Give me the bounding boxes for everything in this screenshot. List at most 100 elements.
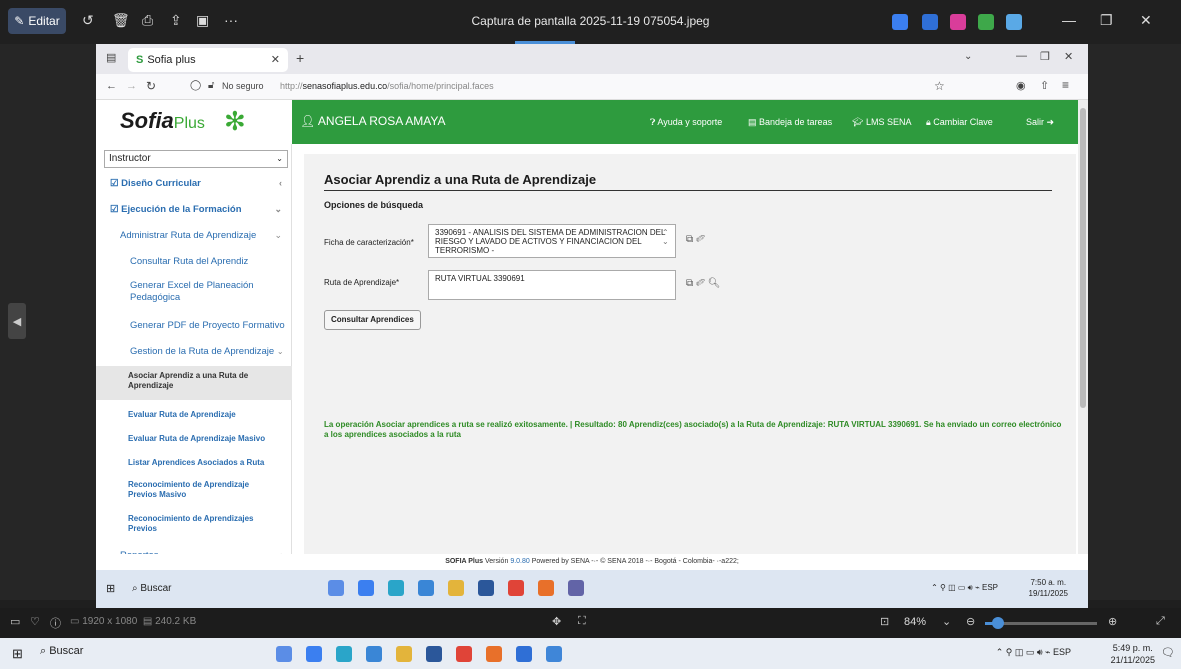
crop-icon[interactable]: ⛶	[578, 615, 586, 628]
taskview-icon[interactable]	[276, 646, 292, 662]
ruta-field[interactable]: RUTA VIRTUAL 3390691	[428, 270, 676, 300]
close-icon[interactable]: ✕	[1140, 12, 1152, 29]
page-scrollbar[interactable]	[1078, 100, 1088, 570]
tasks-link[interactable]: ▤ Bandeja de tareas	[748, 117, 832, 128]
chevron-down-icon: ⌄	[274, 230, 282, 240]
role-select[interactable]: Instructor ⌄	[104, 150, 288, 168]
filmstrip-icon[interactable]: ▭	[10, 615, 20, 628]
browser-close-icon[interactable]: ✕	[1064, 50, 1073, 63]
favorite-icon[interactable]: ♡	[30, 615, 40, 628]
maximize-icon[interactable]: ❐	[1100, 12, 1113, 29]
store-icon[interactable]	[516, 646, 532, 662]
sidebar-item-diseno-curricular[interactable]: ☑ Diseño Curricular ‹	[96, 178, 292, 189]
info-icon[interactable]: ⓘ	[50, 615, 61, 631]
url-field[interactable]: http://senasofiaplus.edu.co/sofia/home/p…	[280, 81, 494, 91]
sidebar-item-asociar-aprendiz[interactable]: Asociar Aprendiz a una Ruta de Aprendiza…	[96, 366, 292, 400]
browser-restore-icon[interactable]: ❐	[1040, 50, 1050, 63]
sidebar-item-reconocimiento[interactable]: Reconocimiento de Aprendizajes Previos	[96, 514, 292, 534]
ficha-field[interactable]: 3390691 - ANALISIS DEL SISTEMA DE ADMINI…	[428, 224, 676, 258]
photos-app-icon[interactable]	[922, 14, 938, 30]
sidebar-item-evaluar-masivo[interactable]: Evaluar Ruta de Aprendizaje Masivo	[96, 434, 292, 443]
reload-icon[interactable]: ↻	[146, 79, 156, 93]
minimize-icon[interactable]: —	[1062, 12, 1076, 28]
chrome-icon[interactable]	[456, 646, 472, 662]
copilot-taskbar-icon[interactable]	[306, 646, 322, 662]
taskbar-search[interactable]: ⌕ Buscar	[40, 645, 83, 658]
chevron-down-icon: ⌄	[276, 347, 284, 356]
zoom-in-icon[interactable]: ⊕	[1108, 615, 1117, 628]
zoom-out-icon[interactable]: ⊖	[966, 615, 975, 628]
url-host: senasofiaplus.edu.co	[302, 81, 388, 91]
viewer-statusbar: ▭ ♡ ⓘ ▭ 1920 x 1080 ▤ 240.2 KB ✥ ⛶ ⊡ 84%…	[0, 608, 1181, 638]
consultar-aprendices-button[interactable]: Consultar Aprendices	[324, 310, 421, 330]
sidebar-item-label: Gestion de la Ruta de Aprendizaje	[130, 346, 275, 357]
browser-tab[interactable]: S Sofia plus ✕	[128, 48, 288, 72]
chevron-down-icon: ⌄	[276, 154, 283, 163]
sidebar-item-consultar-ruta[interactable]: Consultar Ruta del Aprendiz	[96, 256, 292, 267]
user-icon: 👤︎	[300, 114, 318, 128]
sidebar-item-ejecucion[interactable]: ☑ Ejecución de la Formación ⌄	[96, 204, 292, 215]
viewer-title: Captura de pantalla 2025-11-19 075054.jp…	[471, 14, 710, 28]
tab-dropdown-icon[interactable]: ⌄	[964, 51, 972, 62]
browser-minimize-icon[interactable]: —	[1016, 50, 1027, 62]
photos-icon[interactable]	[366, 646, 382, 662]
previous-image-button[interactable]: ◀	[8, 303, 26, 339]
tab-close-icon[interactable]: ✕	[271, 53, 280, 66]
zoom-slider[interactable]	[985, 617, 1097, 629]
zoom-dropdown-icon[interactable]: ⌄	[942, 615, 951, 628]
zoom-slider-knob[interactable]	[992, 617, 1005, 629]
scroll-thumb[interactable]	[1080, 108, 1086, 408]
photos-viewer-icon[interactable]	[546, 646, 562, 662]
copilot-icon[interactable]	[892, 14, 908, 30]
fullscreen-icon[interactable]: ⤢	[1156, 615, 1165, 628]
back-icon[interactable]: ←	[106, 80, 117, 92]
draw-icon[interactable]: ✥	[552, 615, 561, 628]
start-icon[interactable]: ⊞	[12, 646, 23, 662]
system-tray[interactable]: ⌃ ⚲ ◫ ▭ 🔊︎ ⌁ ESP	[996, 647, 1071, 658]
new-tab-icon[interactable]: +	[296, 50, 304, 66]
menu-icon[interactable]: ≡	[1062, 78, 1069, 92]
sidebar-item-administrar-ruta[interactable]: Administrar Ruta de Aprendizaje ⌄	[96, 230, 292, 241]
sidebar-item-generar-pdf[interactable]: Generar PDF de Proyecto Formativo	[96, 320, 292, 331]
ficha-search-icon[interactable]: ⧉ ✐	[686, 234, 705, 245]
inner-teams-icon	[568, 580, 584, 596]
inner-clock: 7:50 a. m. 19/11/2025	[1029, 577, 1068, 599]
stepper-icon[interactable]: ⌃ ⌄	[662, 228, 669, 246]
sidebar-item-reconocimiento-masivo[interactable]: Reconocimiento de Aprendizaje Previos Ma…	[96, 480, 292, 500]
extensions-icon[interactable]: ⇧	[1040, 79, 1049, 92]
firefox-icon[interactable]	[486, 646, 502, 662]
help-link[interactable]: ❓︎ Ayuda y soporte	[650, 117, 722, 128]
bookmark-star-icon[interactable]: ☆	[934, 79, 945, 93]
sidebar-item-label: Listar Aprendices Asociados a Ruta	[128, 458, 265, 467]
ruta-search-icon[interactable]: ⧉ ✐ 🔍︎	[686, 278, 721, 289]
sidebar-item-listar-aprendices[interactable]: Listar Aprendices Asociados a Ruta	[96, 458, 292, 467]
designer-icon[interactable]	[978, 14, 994, 30]
inner-search-label: Buscar	[140, 583, 172, 594]
change-password-link[interactable]: 🔒︎ Cambiar Clave	[926, 117, 993, 128]
tab-list-icon[interactable]: ▤	[106, 51, 116, 64]
browser-tabbar: ▤ S Sofia plus ✕ + ⌄ — ❐ ✕	[96, 44, 1088, 74]
sidebar-item-label: Generar PDF de Proyecto Formativo	[130, 320, 285, 331]
onedrive-icon[interactable]	[1006, 14, 1022, 30]
footer-brand: SOFIA Plus	[445, 558, 484, 565]
tab-title: Sofia plus	[147, 54, 196, 66]
edge-icon[interactable]	[336, 646, 352, 662]
l-app-icon[interactable]	[426, 646, 442, 662]
sofia-logo[interactable]: SofiaPlus ✻	[96, 100, 292, 144]
top-nav: 👤︎ ANGELA ROSA AMAYA ❓︎ Ayuda y soporte …	[292, 100, 1088, 144]
notifications-icon[interactable]: 🗨︎	[1161, 646, 1175, 659]
clipchamp-icon[interactable]	[950, 14, 966, 30]
not-secure-label: No seguro	[222, 81, 264, 91]
lms-link[interactable]: 🎓︎ LMS SENA	[852, 117, 911, 128]
taskbar-clock[interactable]: 5:49 p. m. 21/11/2025	[1111, 642, 1155, 666]
address-bar: ← → ↻ ◯ 🔓︎ No seguro http://senasofiaplu…	[96, 74, 1088, 100]
zoom-level[interactable]: 84%	[904, 616, 926, 628]
logout-link[interactable]: Salir ➜	[1026, 117, 1054, 128]
forward-icon[interactable]: →	[126, 80, 137, 92]
fit-icon[interactable]: ⊡	[880, 615, 889, 628]
sidebar-item-evaluar-ruta[interactable]: Evaluar Ruta de Aprendizaje	[96, 410, 292, 419]
account-icon[interactable]: ◉	[1016, 79, 1026, 92]
sidebar-item-generar-excel[interactable]: Generar Excel de Planeación Pedagógica	[96, 280, 266, 304]
sidebar-item-gestion-ruta[interactable]: Gestion de la Ruta de Aprendizaje ⌄	[96, 346, 292, 357]
explorer-icon[interactable]	[396, 646, 412, 662]
